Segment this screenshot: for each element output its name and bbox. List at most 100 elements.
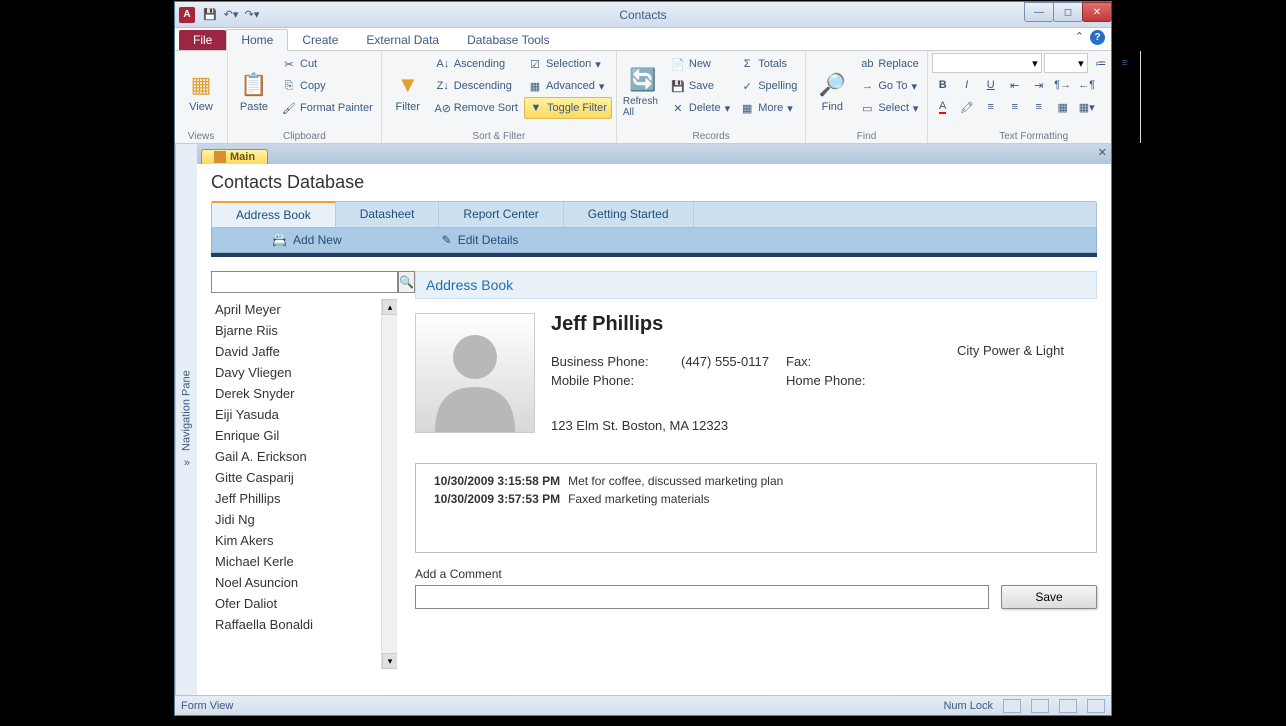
list-item[interactable]: Gail A. Erickson bbox=[211, 446, 397, 467]
list-item[interactable]: Michael Kerle bbox=[211, 551, 397, 572]
rtl-icon[interactable]: ←¶ bbox=[1076, 75, 1098, 95]
sort-filter-group-label: Sort & Filter bbox=[386, 130, 612, 143]
comment-input[interactable] bbox=[415, 585, 989, 609]
selection-button[interactable]: ☑Selection ▾ bbox=[524, 53, 612, 75]
toggle-filter-button[interactable]: ▼Toggle Filter bbox=[524, 97, 612, 119]
ascending-button[interactable]: A↓Ascending bbox=[432, 53, 522, 75]
paste-button[interactable]: 📋 Paste bbox=[232, 53, 276, 130]
select-button[interactable]: ▭Select ▾ bbox=[856, 97, 922, 119]
redo-icon[interactable]: ↷▾ bbox=[243, 6, 261, 24]
quick-access-toolbar: 💾 ↶▾ ↷▾ bbox=[201, 6, 261, 24]
navigation-pane-collapsed[interactable]: » Navigation Pane bbox=[175, 144, 197, 695]
new-record-button[interactable]: 📄New bbox=[667, 53, 734, 75]
view-form-icon[interactable] bbox=[1003, 699, 1021, 713]
bold-button[interactable]: B bbox=[932, 75, 954, 95]
bullets-icon[interactable]: ≔ bbox=[1090, 53, 1112, 73]
ltr-icon[interactable]: ¶→ bbox=[1052, 75, 1074, 95]
view-layout-icon[interactable] bbox=[1059, 699, 1077, 713]
align-right-icon[interactable]: ≡ bbox=[1028, 97, 1050, 117]
minimize-button[interactable]: — bbox=[1024, 2, 1054, 22]
list-item[interactable]: Bjarne Riis bbox=[211, 320, 397, 341]
add-new-button[interactable]: 📇Add New bbox=[272, 233, 342, 247]
tab-report-center[interactable]: Report Center bbox=[439, 202, 563, 227]
save-icon[interactable]: 💾 bbox=[201, 6, 219, 24]
minimize-ribbon-icon[interactable]: ⌃ bbox=[1075, 30, 1084, 45]
more-icon: ▦ bbox=[740, 101, 754, 115]
document-area: » Navigation Pane Main ✕ Contacts Databa… bbox=[175, 144, 1111, 695]
format-painter-button[interactable]: 🖌Format Painter bbox=[278, 97, 377, 119]
search-button[interactable]: 🔍 bbox=[398, 271, 415, 293]
list-item[interactable]: Davy Vliegen bbox=[211, 362, 397, 383]
database-tools-tab[interactable]: Database Tools bbox=[453, 30, 564, 50]
find-button[interactable]: 🔎 Find bbox=[810, 53, 854, 130]
replace-button[interactable]: abReplace bbox=[856, 53, 922, 75]
tab-getting-started[interactable]: Getting Started bbox=[564, 202, 694, 227]
totals-button[interactable]: ΣTotals bbox=[736, 53, 801, 75]
views-group-label: Views bbox=[179, 130, 223, 143]
scrollbar[interactable]: ▴ ▾ bbox=[381, 299, 397, 669]
list-item[interactable]: Eiji Yasuda bbox=[211, 404, 397, 425]
more-button[interactable]: ▦More ▾ bbox=[736, 97, 801, 119]
view-design-icon[interactable] bbox=[1087, 699, 1105, 713]
text-formatting-group: ▾ ▾ ≔ ≡ B I U ⇤ ⇥ ¶→ ←¶ A 🖍 ≡ bbox=[928, 51, 1141, 143]
close-button[interactable]: ✕ bbox=[1082, 2, 1112, 22]
help-icon[interactable]: ? bbox=[1090, 30, 1105, 45]
indent-decrease-icon[interactable]: ⇤ bbox=[1004, 75, 1026, 95]
edit-details-button[interactable]: ✎Edit Details bbox=[442, 233, 519, 247]
list-item[interactable]: Raffaella Bonaldi bbox=[211, 614, 397, 635]
delete-button[interactable]: ✕Delete ▾ bbox=[667, 97, 734, 119]
save-button[interactable]: Save bbox=[1001, 585, 1097, 609]
copy-button[interactable]: ⎘Copy bbox=[278, 75, 377, 97]
spelling-icon: ✓ bbox=[740, 79, 754, 93]
list-item[interactable]: Gitte Casparij bbox=[211, 467, 397, 488]
list-item[interactable]: Noel Asuncion bbox=[211, 572, 397, 593]
font-size-selector[interactable]: ▾ bbox=[1044, 53, 1088, 73]
italic-button[interactable]: I bbox=[956, 75, 978, 95]
tab-datasheet[interactable]: Datasheet bbox=[336, 202, 440, 227]
list-item[interactable]: April Meyer bbox=[211, 299, 397, 320]
scroll-down-button[interactable]: ▾ bbox=[382, 653, 397, 669]
file-tab[interactable]: File bbox=[179, 30, 226, 50]
home-tab[interactable]: Home bbox=[226, 29, 288, 51]
list-item[interactable]: David Jaffe bbox=[211, 341, 397, 362]
list-item[interactable]: Ofer Daliot bbox=[211, 593, 397, 614]
align-left-icon[interactable]: ≡ bbox=[980, 97, 1002, 117]
indent-increase-icon[interactable]: ⇥ bbox=[1028, 75, 1050, 95]
view-datasheet-icon[interactable] bbox=[1031, 699, 1049, 713]
refresh-icon: 🔄 bbox=[629, 66, 657, 94]
numbering-icon[interactable]: ≡ bbox=[1114, 53, 1136, 73]
view-button[interactable]: ▦ View bbox=[179, 53, 223, 130]
font-color-icon[interactable]: A bbox=[932, 97, 954, 117]
align-center-icon[interactable]: ≡ bbox=[1004, 97, 1026, 117]
list-item[interactable]: Jeff Phillips bbox=[211, 488, 397, 509]
gridlines-icon[interactable]: ▦ bbox=[1052, 97, 1074, 117]
scroll-up-button[interactable]: ▴ bbox=[382, 299, 397, 315]
list-item[interactable]: Jidi Ng bbox=[211, 509, 397, 530]
tab-address-book[interactable]: Address Book bbox=[212, 201, 336, 227]
list-item[interactable]: Kim Akers bbox=[211, 530, 397, 551]
save-record-button[interactable]: 💾Save bbox=[667, 75, 734, 97]
filter-button[interactable]: ▼ Filter bbox=[386, 53, 430, 130]
underline-button[interactable]: U bbox=[980, 75, 1002, 95]
cut-button[interactable]: ✂Cut bbox=[278, 53, 377, 75]
window-title: Contacts bbox=[619, 8, 666, 22]
create-tab[interactable]: Create bbox=[288, 30, 352, 50]
external-data-tab[interactable]: External Data bbox=[352, 30, 453, 50]
refresh-all-button[interactable]: 🔄 Refresh All bbox=[621, 53, 665, 130]
remove-sort-button[interactable]: A⊘Remove Sort bbox=[432, 97, 522, 119]
highlight-icon[interactable]: 🖍 bbox=[956, 97, 978, 117]
main-document-tab[interactable]: Main bbox=[201, 149, 268, 164]
undo-icon[interactable]: ↶▾ bbox=[222, 6, 240, 24]
list-item[interactable]: Enrique Gil bbox=[211, 425, 397, 446]
font-selector[interactable]: ▾ bbox=[932, 53, 1042, 73]
spelling-button[interactable]: ✓Spelling bbox=[736, 75, 801, 97]
close-document-icon[interactable]: ✕ bbox=[1098, 146, 1107, 159]
descending-button[interactable]: Z↓Descending bbox=[432, 75, 522, 97]
advanced-button[interactable]: ▦Advanced ▾ bbox=[524, 75, 612, 97]
goto-button[interactable]: →Go To ▾ bbox=[856, 75, 922, 97]
maximize-button[interactable]: ◻ bbox=[1053, 2, 1083, 22]
find-group: 🔎 Find abReplace →Go To ▾ ▭Select ▾ Find bbox=[806, 51, 927, 143]
fill-color-icon[interactable]: ▦▾ bbox=[1076, 97, 1098, 117]
search-input[interactable] bbox=[211, 271, 398, 293]
list-item[interactable]: Derek Snyder bbox=[211, 383, 397, 404]
